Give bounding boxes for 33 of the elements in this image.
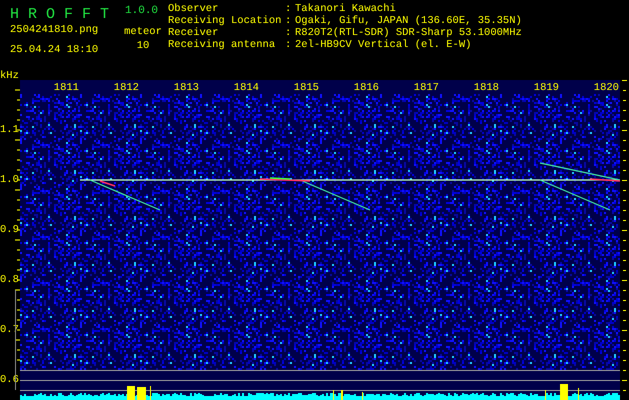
timestamp: 25.04.24 18:10 (10, 44, 100, 56)
app-title: H R O F F T (10, 6, 110, 24)
info-label: Observer (168, 3, 220, 15)
info-separator: : (285, 3, 292, 15)
axis-label: 1820 (594, 82, 619, 94)
count-label: meteor (124, 26, 162, 38)
axis-label: 1812 (114, 82, 139, 94)
axis-label: 1.1 (0, 124, 19, 136)
info-label: Receiver (168, 27, 220, 39)
info-value: Takanori Kawachi (295, 3, 396, 15)
axis-label: 1818 (474, 82, 499, 94)
version-label: 1.0.0 (125, 5, 158, 17)
info-separator: : (285, 27, 292, 39)
info-value: 2el-HB9CV Vertical (el. E-W) (295, 39, 472, 51)
axis-label: 1811 (54, 82, 79, 94)
unit-label: kHz (0, 70, 19, 82)
axis-label: 1813 (174, 82, 199, 94)
axis-label: 0.8 (0, 274, 19, 286)
file-name: 2504241810.png (10, 24, 100, 36)
info-value: R820T2(RTL-SDR) SDR-Sharp 53.1000MHz (295, 27, 522, 39)
axis-label: 1814 (234, 82, 259, 94)
info-separator: : (285, 39, 292, 51)
info-label: Receiving antenna (168, 39, 276, 51)
axis-label: 1816 (354, 82, 379, 94)
info-separator: : (285, 15, 292, 27)
info-label: Receiving Location (168, 15, 282, 27)
meteor-count: 10 (136, 40, 150, 52)
axis-label: 0.9 (0, 224, 19, 236)
info-value: Ogaki, Gifu, JAPAN (136.60E, 35.35N) (295, 15, 522, 27)
axis-label: 1.0 (0, 174, 19, 186)
axis-label: 1817 (414, 82, 439, 94)
axis-label: 1815 (294, 82, 319, 94)
axis-label: 1819 (534, 82, 559, 94)
